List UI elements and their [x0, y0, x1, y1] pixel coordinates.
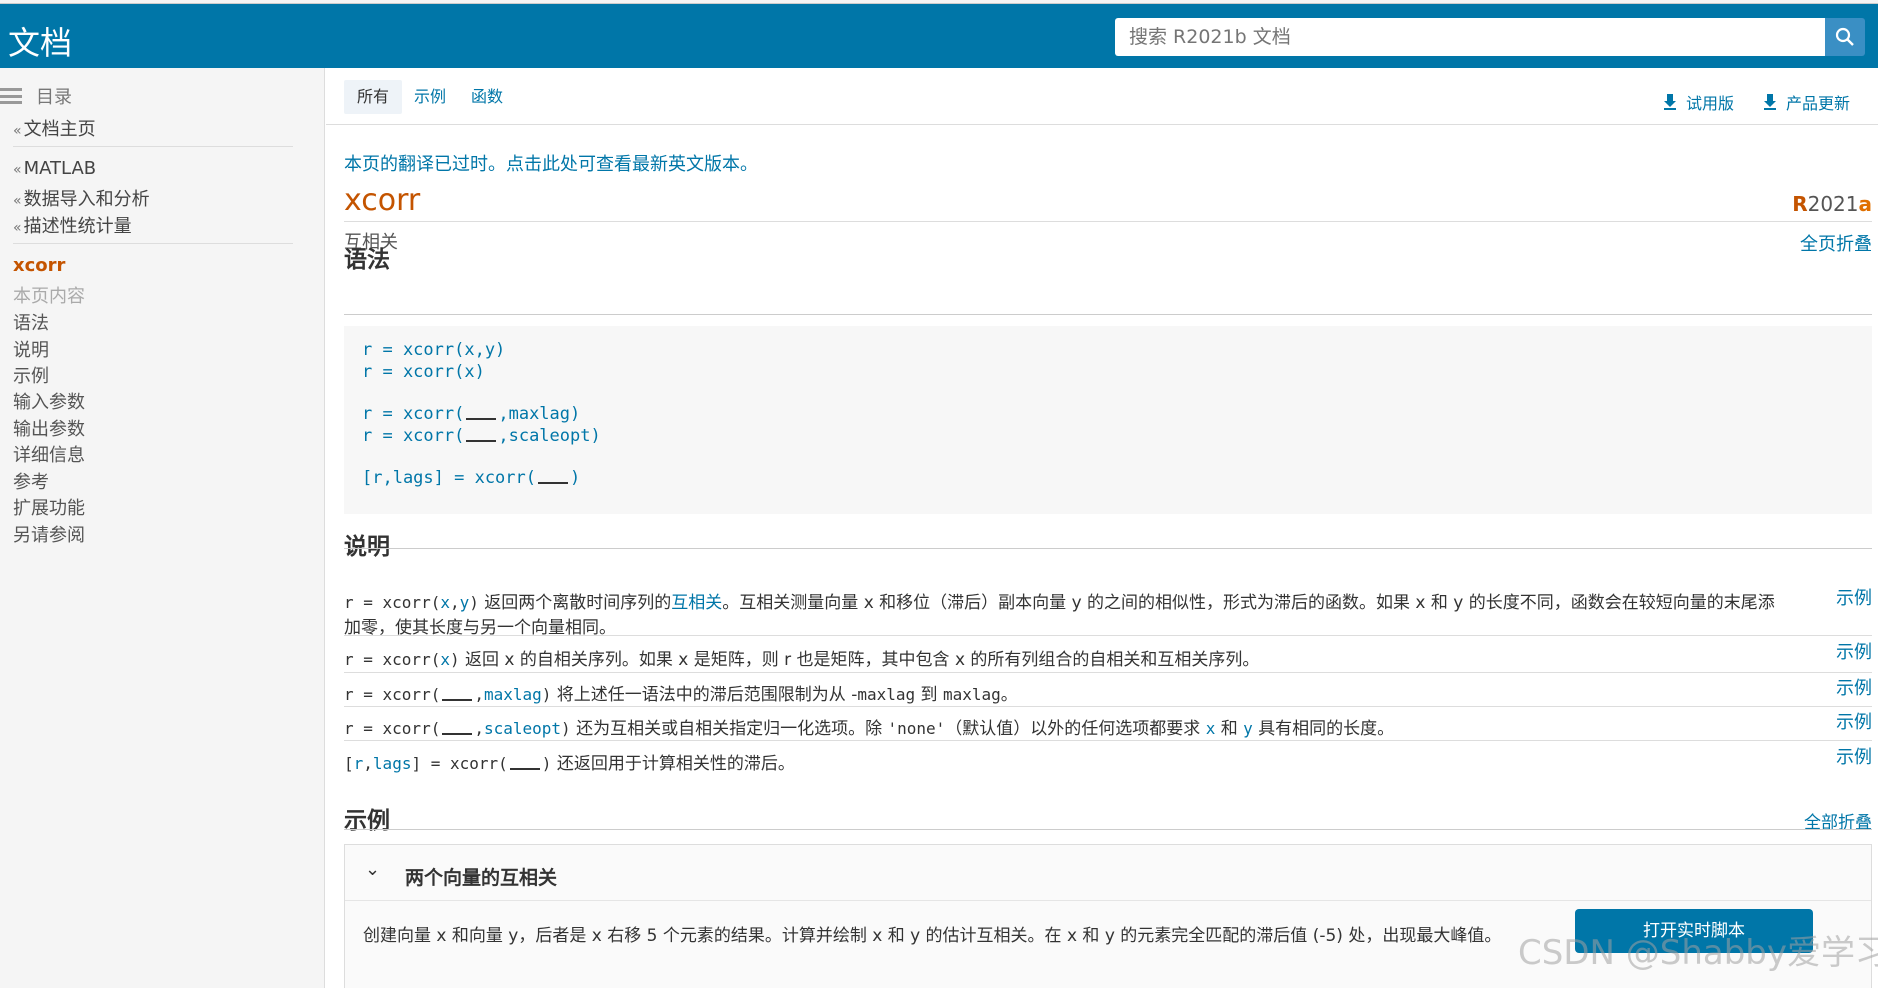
- trial-label: 试用版: [1686, 94, 1735, 113]
- examples-heading-rule: [344, 829, 1872, 830]
- sidebar-divider: [13, 146, 293, 147]
- toc-label: 目录: [36, 87, 72, 108]
- example-title: 两个向量的互相关: [405, 867, 558, 889]
- sidebar-item-syntax[interactable]: 语法: [13, 309, 49, 335]
- sidebar-item-input-args[interactable]: 输入参数: [13, 388, 85, 414]
- sidebar-item-see-also[interactable]: 另请参阅: [13, 521, 85, 547]
- search-button[interactable]: [1825, 18, 1865, 56]
- syntax-line[interactable]: r = xcorr(,maxlag): [362, 404, 580, 424]
- release-suffix: a: [1858, 192, 1873, 216]
- syntax-line[interactable]: r = xcorr(,scaleopt): [362, 426, 601, 446]
- argument-placeholder: [538, 470, 568, 484]
- tab-all[interactable]: 所有: [344, 80, 403, 114]
- sidebar-home-label: 文档主页: [23, 119, 96, 140]
- main-content: 所有 示例 函数 试用版 产品更新 本页的翻译已过时。点击此处可查看最新英文版本…: [326, 68, 1878, 988]
- sidebar-item-extended-capabilities[interactable]: 扩展功能: [13, 494, 85, 520]
- syntax-code-box: r = xcorr(x,y) r = xcorr(x) r = xcorr(,m…: [344, 326, 1872, 514]
- syntax-heading: 语法: [344, 247, 390, 273]
- filter-tabs-bar: 所有 示例 函数 试用版 产品更新: [326, 68, 1878, 125]
- csdn-watermark: CSDN @Shabby爱学习: [1518, 933, 1878, 973]
- release-number: 2021: [1807, 192, 1859, 216]
- release-r: R: [1792, 192, 1808, 216]
- description-heading: 说明: [344, 534, 390, 560]
- sidebar-breadcrumb-descriptive-stats[interactable]: «描述性统计量: [13, 212, 132, 238]
- search-box[interactable]: [1115, 18, 1825, 56]
- product-updates-link[interactable]: 产品更新: [1764, 90, 1850, 114]
- sidebar-item-output-args[interactable]: 输出参数: [13, 415, 85, 441]
- description-heading-rule: [344, 548, 1872, 549]
- sidebar-current-page: xcorr: [13, 255, 66, 276]
- docs-brand[interactable]: 文档: [8, 18, 72, 64]
- download-icon: [1764, 94, 1776, 110]
- back-icon: «: [13, 162, 22, 178]
- description-item-5: [r,lags] = xcorr() 还返回用于计算相关性的滞后。: [344, 754, 795, 774]
- collapse-page-link[interactable]: 全页折叠: [1800, 230, 1872, 256]
- sidebar-breadcrumb-label: MATLAB: [23, 158, 97, 179]
- search-icon: [1835, 27, 1854, 46]
- sidebar-item-examples[interactable]: 示例: [13, 362, 49, 388]
- description-item-1: r = xcorr(x,y) 返回两个离散时间序列的互相关。互相关测量向量 x …: [344, 593, 1775, 638]
- search-input[interactable]: [1129, 19, 1811, 55]
- title-divider: [344, 221, 1872, 222]
- argument-placeholder: [466, 406, 497, 420]
- description-item-2: r = xcorr(x) 返回 x 的自相关序列。如果 x 是矩阵，则 r 也是…: [344, 650, 1260, 670]
- sidebar-item-description[interactable]: 说明: [13, 336, 49, 362]
- example-link-3[interactable]: 示例: [1836, 674, 1872, 700]
- syntax-line[interactable]: r = xcorr(x): [362, 362, 485, 382]
- tab-examples[interactable]: 示例: [401, 80, 459, 114]
- sidebar-breadcrumb-label: 描述性统计量: [23, 216, 132, 237]
- release-badge: R2021a: [1792, 192, 1872, 216]
- product-updates-label: 产品更新: [1786, 94, 1851, 113]
- description-item-3: r = xcorr(,maxlag) 将上述任一语法中的滞后范围限制为从 -ma…: [344, 685, 1018, 705]
- back-icon: «: [13, 220, 22, 236]
- example-header[interactable]: ⌄ 两个向量的互相关: [345, 845, 1871, 901]
- sidebar-item-references[interactable]: 参考: [13, 468, 49, 494]
- back-icon: «: [13, 193, 22, 209]
- cross-correlation-link[interactable]: 互相关: [671, 593, 722, 613]
- example-description: 创建向量 x 和向量 y，后者是 x 右移 5 个元素的结果。计算并绘制 x 和…: [363, 926, 1502, 946]
- description-divider: [344, 672, 1872, 673]
- download-icon: [1664, 94, 1676, 110]
- argument-placeholder: [509, 756, 540, 770]
- example-link-4[interactable]: 示例: [1836, 708, 1872, 734]
- site-header: 文档: [0, 4, 1878, 68]
- sidebar-on-this-page: 本页内容: [13, 286, 85, 307]
- sidebar-breadcrumb-label: 数据导入和分析: [23, 189, 150, 210]
- syntax-heading-rule: [344, 314, 1872, 315]
- back-icon: «: [13, 123, 22, 139]
- sidebar-divider: [13, 243, 293, 244]
- example-link-5[interactable]: 示例: [1836, 743, 1872, 769]
- sidebar-breadcrumb-matlab[interactable]: «MATLAB: [13, 158, 96, 179]
- sidebar-home-link[interactable]: «文档主页: [13, 115, 96, 141]
- sidebar: 目录 «文档主页 «MATLAB «数据导入和分析 «描述性统计量 xcorr …: [0, 68, 325, 988]
- description-divider: [344, 706, 1872, 707]
- description-divider: [344, 740, 1872, 741]
- argument-placeholder: [466, 428, 497, 442]
- tab-functions[interactable]: 函数: [458, 80, 516, 114]
- translation-notice-link[interactable]: 本页的翻译已过时。点击此处可查看最新英文版本。: [344, 150, 758, 176]
- sidebar-breadcrumb-data-import[interactable]: «数据导入和分析: [13, 185, 150, 211]
- chevron-down-icon[interactable]: ⌄: [365, 859, 380, 880]
- syntax-line[interactable]: [r,lags] = xcorr(): [362, 468, 580, 488]
- argument-placeholder: [442, 687, 473, 701]
- description-item-4: r = xcorr(,scaleopt) 还为互相关或自相关指定归一化选项。除 …: [344, 719, 1395, 739]
- trial-download-link[interactable]: 试用版: [1664, 90, 1734, 114]
- sidebar-item-details[interactable]: 详细信息: [13, 441, 85, 467]
- example-link-2[interactable]: 示例: [1836, 638, 1872, 664]
- example-link-1[interactable]: 示例: [1836, 584, 1872, 610]
- syntax-line[interactable]: r = xcorr(x,y): [362, 340, 505, 360]
- description-divider: [344, 635, 1872, 636]
- toc-toggle[interactable]: 目录: [0, 82, 72, 110]
- argument-placeholder: [442, 721, 473, 735]
- menu-icon: [0, 88, 22, 104]
- page-title: xcorr: [344, 183, 421, 218]
